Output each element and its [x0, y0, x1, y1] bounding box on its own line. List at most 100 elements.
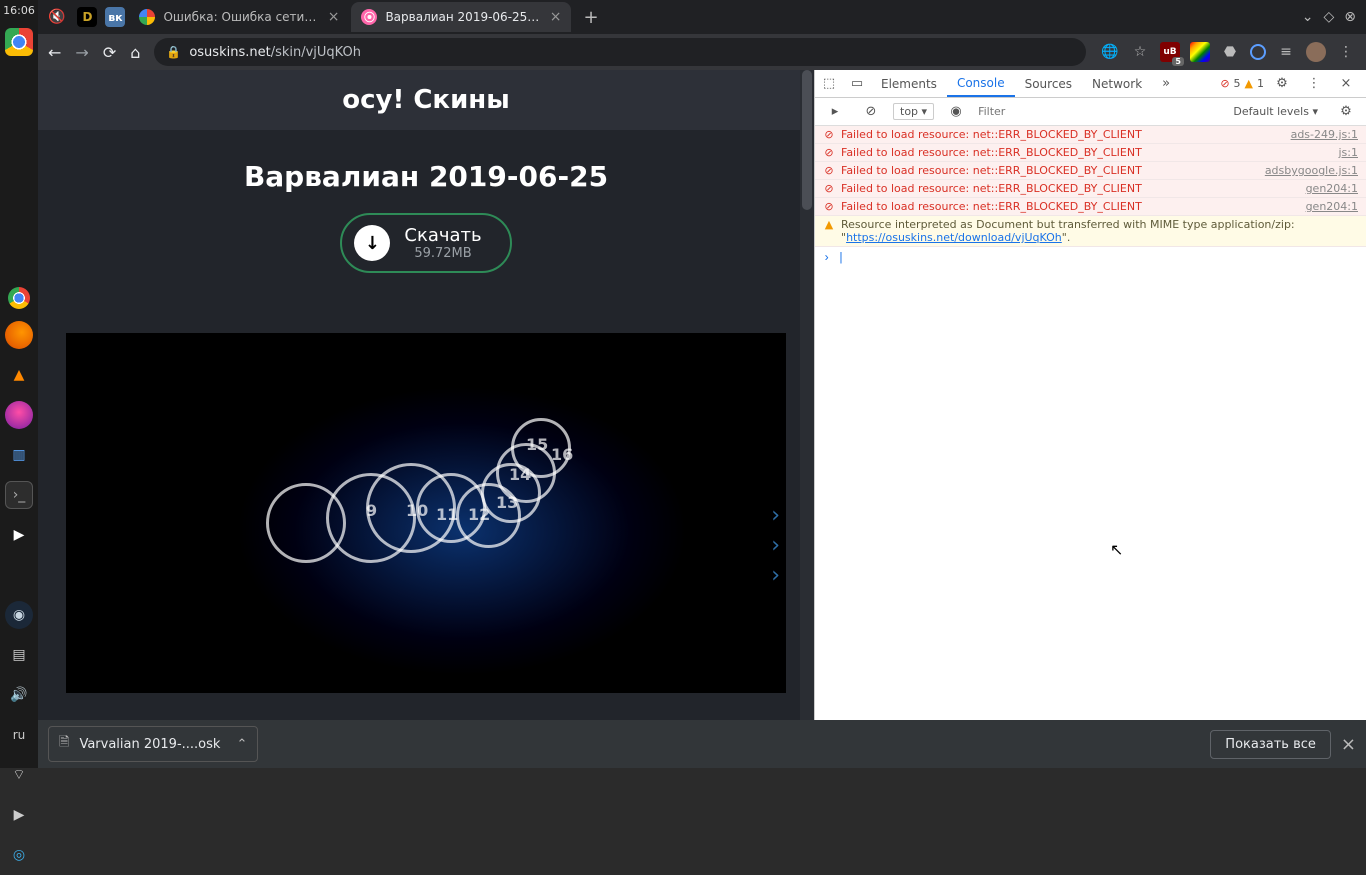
dock-app-icon[interactable]: [5, 401, 33, 429]
dock-volume-icon[interactable]: 🔊: [5, 681, 33, 709]
carousel-next-icon[interactable]: ›: [771, 503, 780, 528]
omnibox[interactable]: 🔒 osuskins.net/skin/vjUqKOh: [154, 38, 1086, 66]
nav-home-icon[interactable]: ⌂: [130, 43, 140, 62]
dock-firefox-icon[interactable]: [5, 321, 33, 349]
dock-wifi-icon[interactable]: ⌔: [5, 761, 33, 789]
download-chip-menu-icon[interactable]: ⌃: [236, 737, 247, 752]
console-context-select[interactable]: top ▾: [893, 103, 934, 120]
console-prompt[interactable]: |: [815, 247, 1366, 269]
dock-app-chrome-active[interactable]: [5, 28, 33, 56]
dock-app2-icon[interactable]: [5, 561, 33, 589]
devtools-tab-console[interactable]: Console: [947, 70, 1015, 97]
download-size: 59.72MB: [404, 246, 481, 261]
devtools-settings-icon[interactable]: ⚙: [1268, 76, 1296, 91]
console-settings-icon[interactable]: ⚙: [1332, 104, 1360, 119]
translate-icon[interactable]: 🌐: [1100, 42, 1120, 62]
devtools-tab-network[interactable]: Network: [1082, 70, 1152, 97]
console-error-row[interactable]: Failed to load resource: net::ERR_BLOCKE…: [815, 162, 1366, 180]
site-header[interactable]: осу! Скины: [38, 70, 814, 130]
tab-1[interactable]: Ошибка: Ошибка сети - Goo ×: [129, 2, 349, 32]
dock-chrome-icon[interactable]: [8, 287, 30, 309]
bookmark-star-icon[interactable]: ☆: [1130, 42, 1150, 62]
console-live-icon[interactable]: ◉: [942, 104, 970, 119]
reading-list-icon[interactable]: ≡: [1276, 42, 1296, 62]
console-sidebar-icon[interactable]: ▸: [821, 104, 849, 119]
dock-expand-icon[interactable]: ▶: [5, 801, 33, 829]
devtools-tab-elements[interactable]: Elements: [871, 70, 947, 97]
console-warning-row[interactable]: Resource interpreted as Document but tra…: [815, 216, 1366, 247]
console-error-row[interactable]: Failed to load resource: net::ERR_BLOCKE…: [815, 180, 1366, 198]
file-icon: 🗎: [59, 733, 69, 755]
console-error-row[interactable]: Failed to load resource: net::ERR_BLOCKE…: [815, 126, 1366, 144]
lock-icon[interactable]: 🔒: [166, 45, 181, 59]
carousel-next2-icon[interactable]: ›: [771, 533, 780, 558]
tab-strip: 🔇 D вк Ошибка: Ошибка сети - Goo × ⦿ Вар…: [38, 0, 1366, 34]
pinned-tab-d[interactable]: D: [77, 7, 97, 27]
downloads-bar-close-icon[interactable]: ×: [1341, 734, 1356, 755]
window-close-icon[interactable]: ⊗: [1344, 9, 1356, 25]
devtools-error-count[interactable]: 5: [1234, 77, 1241, 90]
download-chip[interactable]: 🗎 Varvalian 2019-....osk ⌃: [48, 726, 258, 762]
tab-1-title: Ошибка: Ошибка сети - Goo: [163, 10, 319, 24]
dock-steam-icon[interactable]: ◉: [5, 601, 33, 629]
devtools-inspect-icon[interactable]: ⬚: [815, 76, 843, 91]
url-host: osuskins.net: [189, 45, 270, 60]
console-error-row[interactable]: Failed to load resource: net::ERR_BLOCKE…: [815, 198, 1366, 216]
console-warning-link[interactable]: https://osuskins.net/download/vjUqKOh: [846, 231, 1062, 244]
page-scrollbar[interactable]: [800, 70, 814, 720]
tab-2-title: Варвалиан 2019-06-25 - осу!: [385, 10, 541, 24]
extensions: 🌐 ☆ uB ⬣ ≡ ⋮: [1100, 42, 1356, 62]
dock-lang-indicator[interactable]: ru: [5, 721, 33, 749]
skin-title: Варвалиан 2019-06-25: [244, 160, 608, 193]
devtools-tabs: ⬚ ▭ Elements Console Sources Network » 5…: [815, 70, 1366, 98]
console-output: Failed to load resource: net::ERR_BLOCKE…: [815, 126, 1366, 720]
window-controls: ⌄ ◇ ⊗: [1302, 9, 1366, 25]
show-all-downloads-button[interactable]: Показать все: [1210, 730, 1331, 759]
nav-forward-icon: →: [75, 43, 88, 62]
nav-back-icon[interactable]: ←: [48, 43, 61, 62]
dock-files-icon[interactable]: ▥: [5, 441, 33, 469]
devtools-close-icon[interactable]: ×: [1332, 76, 1360, 91]
dock-notes-icon[interactable]: ▤: [5, 641, 33, 669]
dock-vlc-icon[interactable]: ▲: [5, 361, 33, 389]
download-button[interactable]: ↓ Скачать 59.72MB: [340, 213, 511, 273]
nav-reload-icon[interactable]: ⟳: [103, 43, 116, 62]
pinned-tab-vk[interactable]: вк: [105, 7, 125, 27]
devtools-menu-icon[interactable]: ⋮: [1300, 76, 1328, 91]
download-filename: Varvalian 2019-....osk: [79, 737, 220, 752]
devtools-tab-sources[interactable]: Sources: [1015, 70, 1082, 97]
url-path: /skin/vjUqKOh: [271, 45, 361, 60]
audio-mute-icon[interactable]: 🔇: [48, 9, 65, 25]
extension-circle-icon[interactable]: [1250, 44, 1266, 60]
download-label: Скачать: [404, 225, 481, 246]
extension-shield-icon[interactable]: ⬣: [1220, 42, 1240, 62]
devtools-more-tabs-icon[interactable]: »: [1152, 76, 1180, 91]
viewport: осу! Скины Варвалиан 2019-06-25 ↓ Скачат…: [38, 70, 1366, 720]
tab-2-close-icon[interactable]: ×: [550, 9, 562, 25]
osu-favicon-icon: ⦿: [361, 9, 377, 25]
downloads-bar: 🗎 Varvalian 2019-....osk ⌃ Показать все …: [38, 720, 1366, 768]
carousel-next3-icon[interactable]: ›: [771, 563, 780, 588]
console-filter-input[interactable]: [978, 105, 1219, 118]
os-clock: 16:06: [0, 0, 38, 21]
tab-2[interactable]: ⦿ Варвалиан 2019-06-25 - осу! ×: [351, 2, 571, 32]
devtools-device-icon[interactable]: ▭: [843, 76, 871, 91]
browser-menu-icon[interactable]: ⋮: [1336, 42, 1356, 62]
window-maximize-icon[interactable]: ◇: [1323, 9, 1334, 25]
ublock-icon[interactable]: uB: [1160, 42, 1180, 62]
google-favicon-icon: [139, 9, 155, 25]
new-tab-button[interactable]: +: [583, 7, 598, 28]
devtools-panel: ⬚ ▭ Elements Console Sources Network » 5…: [814, 70, 1366, 720]
dock-terminal-icon[interactable]: ›_: [5, 481, 33, 509]
address-bar: ← → ⟳ ⌂ 🔒 osuskins.net/skin/vjUqKOh 🌐 ☆ …: [38, 34, 1366, 70]
window-minimize-icon[interactable]: ⌄: [1302, 9, 1314, 25]
tab-1-close-icon[interactable]: ×: [328, 9, 340, 25]
console-error-row[interactable]: Failed to load resource: net::ERR_BLOCKE…: [815, 144, 1366, 162]
console-levels-select[interactable]: Default levels ▾: [1227, 104, 1324, 119]
dock-settings-icon[interactable]: ◎: [5, 841, 33, 869]
console-clear-icon[interactable]: ⊘: [857, 104, 885, 119]
profile-avatar-icon[interactable]: [1306, 42, 1326, 62]
extension-rainbow-icon[interactable]: [1190, 42, 1210, 62]
dock-play-icon[interactable]: ▶: [5, 521, 33, 549]
devtools-warn-count[interactable]: 1: [1257, 77, 1264, 90]
